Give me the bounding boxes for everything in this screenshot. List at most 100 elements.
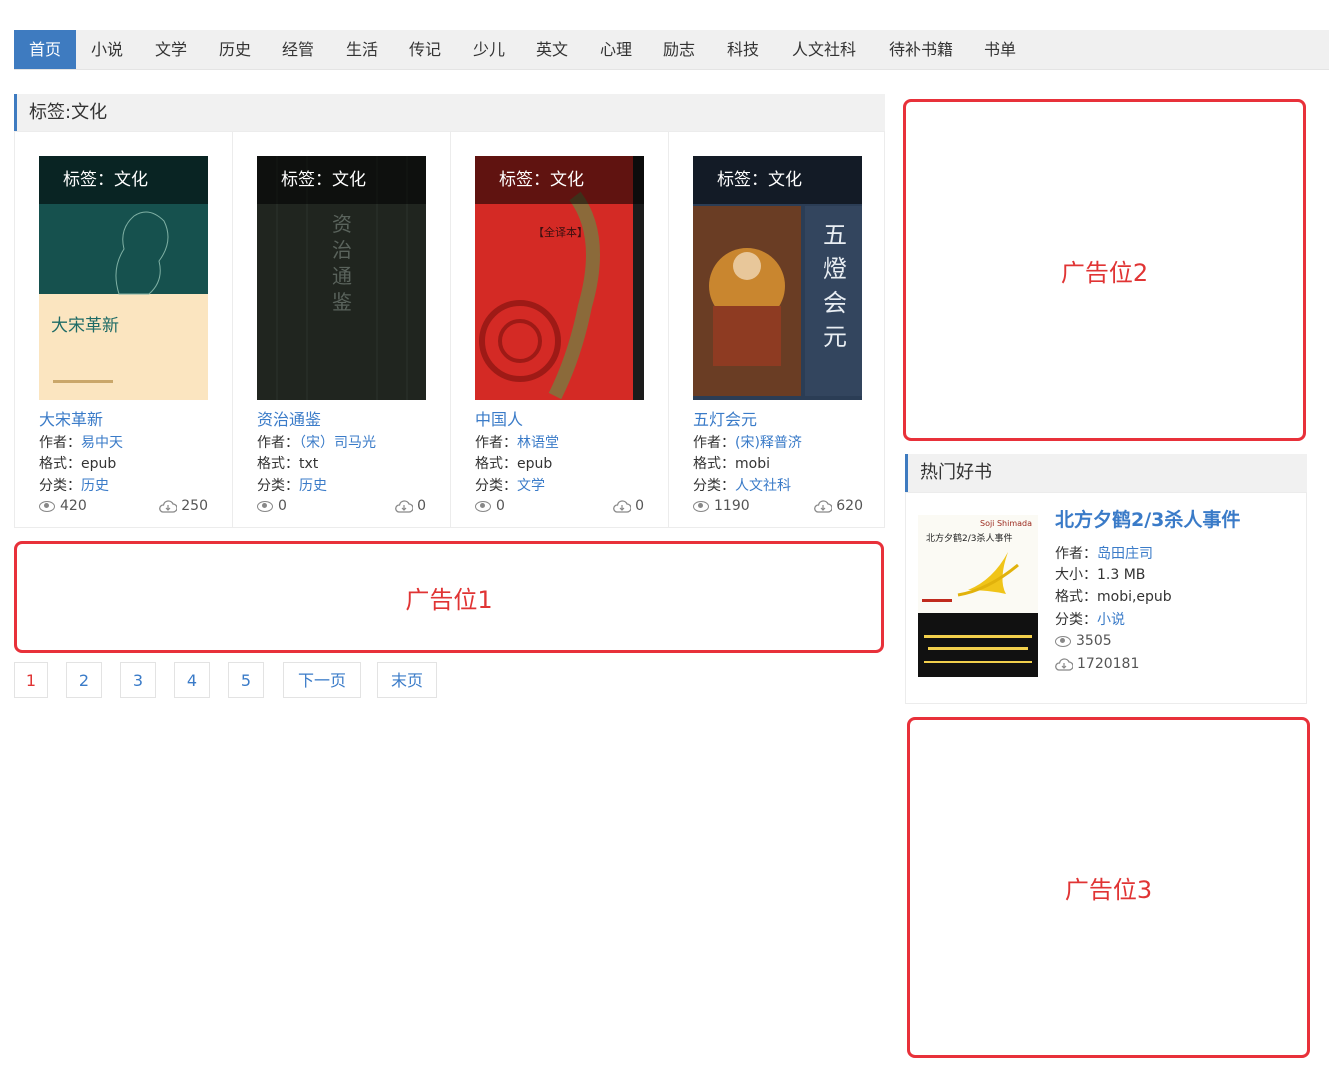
tag-section-title: 标签:文化 <box>29 102 108 123</box>
cover-title: 资治通鉴 <box>332 212 352 314</box>
book-author-row: 作者：林语堂 <box>475 435 559 451</box>
hot-book-title[interactable]: 北方夕鹤2/3杀人事件 <box>1055 505 1240 532</box>
cloud-download-icon <box>1055 657 1073 671</box>
book-title[interactable]: 大宋革新 <box>39 406 103 430</box>
book-card: 标签：文化 资治通鉴 资治通鉴 作者：（宋）司马光 格式：txt 分类：历史 0… <box>233 132 451 527</box>
cloud-download-icon <box>159 499 178 513</box>
hot-view-count: 3505 <box>1055 633 1112 649</box>
ad-slot-1-label: 广告位1 <box>405 585 493 614</box>
book-author-row: 作者：(宋)释普济 <box>693 435 802 451</box>
book-title[interactable]: 五灯会元 <box>693 406 757 430</box>
nav-item-technology[interactable]: 科技 <box>712 30 774 69</box>
book-category-row: 分类：历史 <box>39 478 109 494</box>
view-count: 0 <box>257 498 287 514</box>
hot-category-row: 分类：小说 <box>1055 612 1125 628</box>
cover-title: 五燈会元 <box>823 221 847 351</box>
last-page-button[interactable]: 末页 <box>377 662 437 698</box>
ad-slot-2[interactable]: 广告位2 <box>903 99 1306 441</box>
hot-book-item: Soji Shimada 北方夕鹤2/3杀人事件 北方夕鹤2/3杀人事件 作者：… <box>905 492 1307 704</box>
page-3-button[interactable]: 3 <box>120 662 156 698</box>
book-format-row: 格式：epub <box>475 456 553 472</box>
book-title[interactable]: 中国人 <box>475 406 523 430</box>
download-count: 0 <box>613 498 644 514</box>
book-title[interactable]: 资治通鉴 <box>257 406 321 430</box>
author-link[interactable]: 易中天 <box>81 435 123 451</box>
ad-slot-3[interactable]: 广告位3 <box>907 717 1310 1058</box>
nav-item-business[interactable]: 经管 <box>267 30 329 69</box>
cloud-download-icon <box>613 499 632 513</box>
book-card: 标签：文化 五燈会元 五灯会元 作者：(宋)释普济 格式：mobi 分类：人文社… <box>669 132 887 527</box>
eye-icon <box>257 500 273 512</box>
book-format-row: 格式：txt <box>257 456 319 472</box>
book-format-row: 格式：epub <box>39 456 117 472</box>
book-cover[interactable]: 标签：文化 【全译本】 <box>475 156 644 400</box>
hot-books-title: 热门好书 <box>920 462 992 483</box>
author-link[interactable]: (宋)释普济 <box>735 435 802 451</box>
top-nav: 首页 小说 文学 历史 经管 生活 传记 少儿 英文 心理 励志 科技 人文社科… <box>14 30 1329 70</box>
download-count: 620 <box>814 498 863 514</box>
eye-icon <box>39 500 55 512</box>
nav-item-home[interactable]: 首页 <box>14 30 76 69</box>
ad-slot-2-label: 广告位2 <box>1060 258 1149 287</box>
ad-slot-1[interactable]: 广告位1 <box>14 541 884 653</box>
book-category-row: 分类：人文社科 <box>693 478 791 494</box>
book-category-row: 分类：文学 <box>475 478 545 494</box>
category-link[interactable]: 人文社科 <box>735 478 791 494</box>
author-link[interactable]: （宋）司马光 <box>299 435 376 451</box>
nav-item-biography[interactable]: 传记 <box>394 30 456 69</box>
book-author-row: 作者：易中天 <box>39 435 123 451</box>
nav-item-humanities[interactable]: 人文社科 <box>779 30 869 69</box>
view-count: 420 <box>39 498 87 514</box>
book-card: 标签：文化 【全译本】 中国人 作者：林语堂 格式：epub 分类：文学 0 0 <box>451 132 669 527</box>
view-count: 1190 <box>693 498 750 514</box>
author-link[interactable]: 林语堂 <box>517 435 559 451</box>
nav-item-psychology[interactable]: 心理 <box>585 30 647 69</box>
page-5-button[interactable]: 5 <box>228 662 264 698</box>
page-2-button[interactable]: 2 <box>66 662 102 698</box>
cover-subtitle: 【全译本】 <box>533 226 588 239</box>
view-count: 0 <box>475 498 505 514</box>
category-link[interactable]: 历史 <box>299 478 327 494</box>
book-card: 标签：文化 大宋革新 大宋革新 作者：易中天 格式：epub 分类：历史 420… <box>15 132 233 527</box>
nav-item-life[interactable]: 生活 <box>331 30 393 69</box>
hot-category-link[interactable]: 小说 <box>1097 612 1125 628</box>
tag-section-header: 标签:文化 <box>14 94 885 131</box>
nav-item-inspiration[interactable]: 励志 <box>648 30 710 69</box>
hot-book-cover[interactable]: Soji Shimada 北方夕鹤2/3杀人事件 <box>918 515 1038 677</box>
nav-item-literature[interactable]: 文学 <box>140 30 202 69</box>
download-count: 0 <box>395 498 426 514</box>
eye-icon <box>1055 635 1071 647</box>
ad-slot-3-label: 广告位3 <box>1064 876 1153 904</box>
book-cover[interactable]: 标签：文化 大宋革新 <box>39 156 208 400</box>
page-1-button[interactable]: 1 <box>14 662 48 698</box>
category-link[interactable]: 历史 <box>81 478 109 494</box>
nav-item-novel[interactable]: 小说 <box>76 30 138 69</box>
nav-item-english[interactable]: 英文 <box>521 30 583 69</box>
hot-download-count: 1720181 <box>1055 656 1139 672</box>
hot-cover-author: Soji Shimada <box>979 519 1032 528</box>
hot-size-row: 大小：1.3 MB <box>1055 567 1146 583</box>
next-page-button[interactable]: 下一页 <box>283 662 361 698</box>
book-cover[interactable]: 标签：文化 五燈会元 <box>693 156 862 400</box>
nav-item-history[interactable]: 历史 <box>204 30 266 69</box>
nav-item-booklist[interactable]: 书单 <box>969 30 1031 69</box>
cover-tag: 标签：文化 <box>693 156 862 204</box>
book-grid: 标签：文化 大宋革新 大宋革新 作者：易中天 格式：epub 分类：历史 420… <box>14 131 885 528</box>
hot-cover-title: 北方夕鹤2/3杀人事件 <box>926 534 1013 544</box>
hot-author-row: 作者：岛田庄司 <box>1055 546 1153 562</box>
nav-item-children[interactable]: 少儿 <box>458 30 520 69</box>
hot-author-link[interactable]: 岛田庄司 <box>1097 546 1153 562</box>
book-cover[interactable]: 标签：文化 资治通鉴 <box>257 156 426 400</box>
cloud-download-icon <box>395 499 414 513</box>
cover-tag: 标签：文化 <box>475 156 644 204</box>
book-format-row: 格式：mobi <box>693 456 770 472</box>
hot-format-row: 格式：mobi,epub <box>1055 589 1172 605</box>
eye-icon <box>693 500 709 512</box>
category-link[interactable]: 文学 <box>517 478 545 494</box>
download-count: 250 <box>159 498 208 514</box>
cover-tag: 标签：文化 <box>257 156 426 204</box>
cloud-download-icon <box>814 499 833 513</box>
cover-tag: 标签：文化 <box>39 156 208 204</box>
nav-item-pending-books[interactable]: 待补书籍 <box>876 30 966 69</box>
page-4-button[interactable]: 4 <box>174 662 210 698</box>
